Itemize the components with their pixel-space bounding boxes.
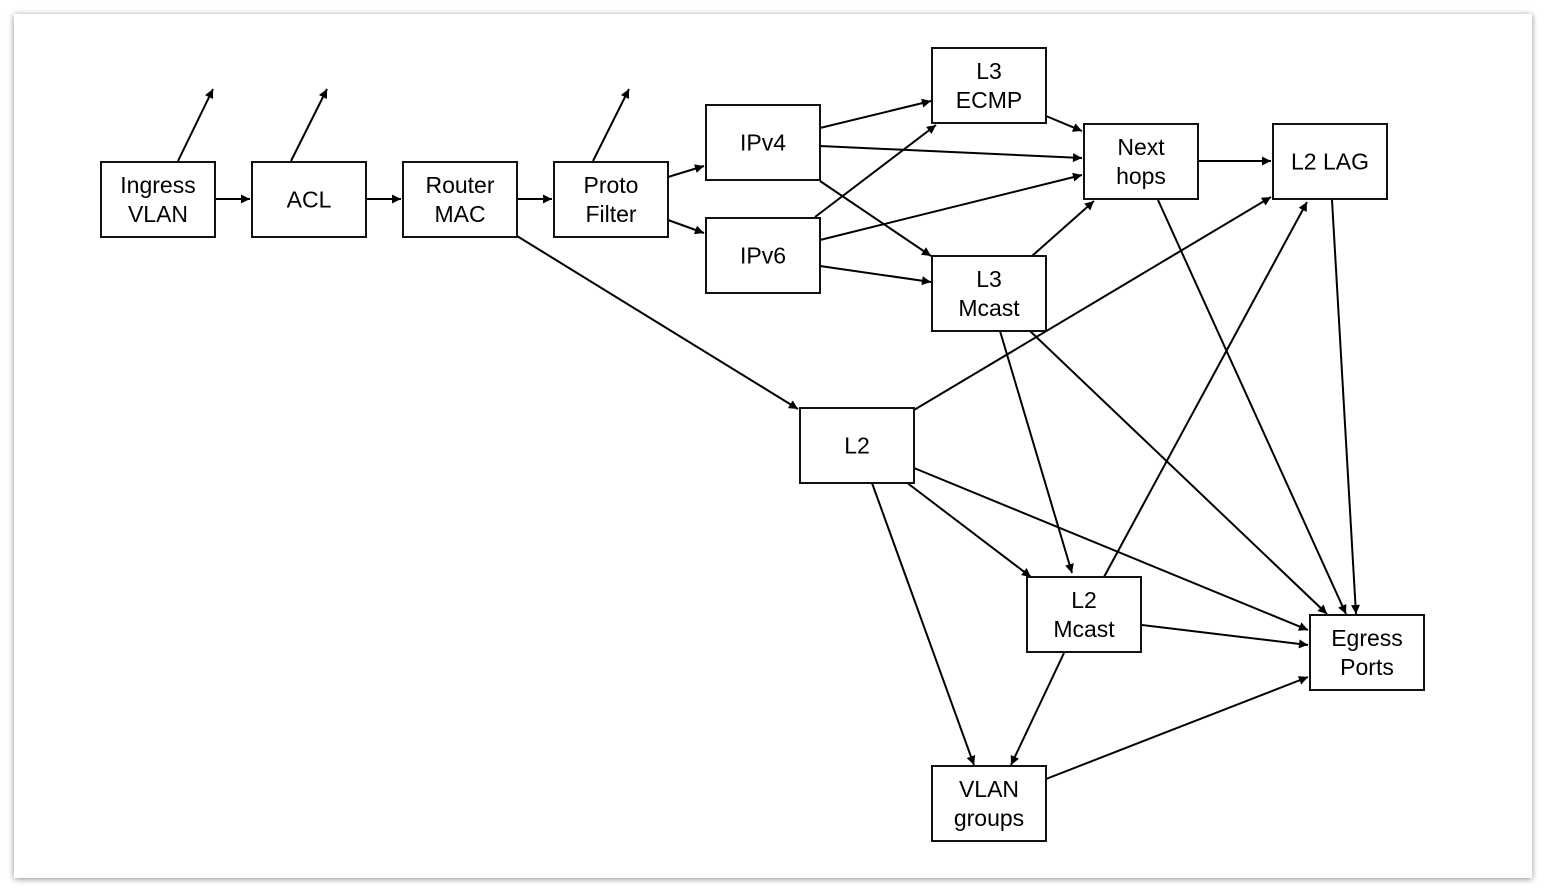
node-label: VLAN xyxy=(959,776,1019,802)
edge-mcast2-to-lag xyxy=(1103,201,1308,578)
node-label: Ingress xyxy=(120,172,195,198)
edge-mcast2-to-egress xyxy=(1141,624,1309,649)
node-egress: Egress Ports xyxy=(1309,614,1425,691)
node-label: VLAN xyxy=(128,201,188,227)
edge-l2-to-vlan xyxy=(871,482,976,766)
edge-ipv4-to-mcast3 xyxy=(819,180,932,257)
node-ipv6: IPv6 xyxy=(705,217,821,294)
edge-ingress-to-out xyxy=(177,88,214,162)
edge-mcast3-to-next xyxy=(1031,200,1095,257)
node-proto: Proto Filter xyxy=(553,161,669,238)
node-mcast3: L3 Mcast xyxy=(931,255,1047,332)
node-ipv4: IPv4 xyxy=(705,104,821,181)
node-label: L2 LAG xyxy=(1291,149,1369,175)
edge-ipv6-to-ecmp xyxy=(814,124,937,218)
edge-acl-to-out xyxy=(290,88,328,162)
node-label: IPv6 xyxy=(740,243,786,269)
edge-ipv4-to-next xyxy=(819,145,1083,163)
node-label: Mcast xyxy=(1053,616,1115,642)
node-label: ACL xyxy=(287,187,332,213)
node-ecmp: L3 ECMP xyxy=(931,47,1047,124)
node-next: Next hops xyxy=(1083,123,1199,200)
node-label: Filter xyxy=(585,201,636,227)
edge-ecmp-to-next xyxy=(1045,115,1083,132)
node-label: Mcast xyxy=(958,295,1020,321)
node-acl: ACL xyxy=(251,161,367,238)
node-label: hops xyxy=(1116,163,1166,189)
edge-proto-to-ipv6 xyxy=(667,219,705,235)
node-label: MAC xyxy=(434,201,485,227)
node-label: L3 xyxy=(976,266,1002,292)
edge-mcast3-to-mcast2 xyxy=(999,330,1074,574)
node-router: Router MAC xyxy=(402,161,518,238)
node-ingress: Ingress VLAN xyxy=(100,161,216,238)
node-label: Egress xyxy=(1331,625,1403,651)
node-l2: L2 xyxy=(799,407,915,484)
node-label: Next xyxy=(1117,134,1165,160)
node-label: L3 xyxy=(976,58,1002,84)
edge-ipv4-to-ecmp xyxy=(819,98,932,129)
node-vlan: VLAN groups xyxy=(931,765,1047,842)
node-label: L2 xyxy=(1071,587,1097,613)
forwarding-pipeline-diagram: Ingress VLAN ACL Router MAC Proto Filter IPv4 IP… xyxy=(100,47,1425,842)
node-label: L2 xyxy=(844,433,870,459)
edge-l2-to-mcast2 xyxy=(905,481,1032,578)
node-label: IPv4 xyxy=(740,130,786,156)
node-mcast2: L2 Mcast xyxy=(1026,576,1142,653)
node-label: Ports xyxy=(1340,654,1394,680)
edge-proto-to-ipv4 xyxy=(667,164,705,178)
edge-lag-to-egress xyxy=(1331,199,1360,615)
node-label: Proto xyxy=(584,172,639,198)
node-lag: L2 LAG xyxy=(1272,123,1388,200)
node-label: Router xyxy=(425,172,494,198)
node-label: groups xyxy=(954,805,1024,831)
edge-ipv6-to-mcast3 xyxy=(819,265,932,286)
edge-proto-to-out xyxy=(592,88,630,162)
edge-mcast2-to-vlan xyxy=(1010,652,1065,766)
edge-vlan-to-egress xyxy=(1045,676,1309,780)
edge-next-to-egress xyxy=(1157,199,1347,615)
node-label: ECMP xyxy=(956,87,1022,113)
